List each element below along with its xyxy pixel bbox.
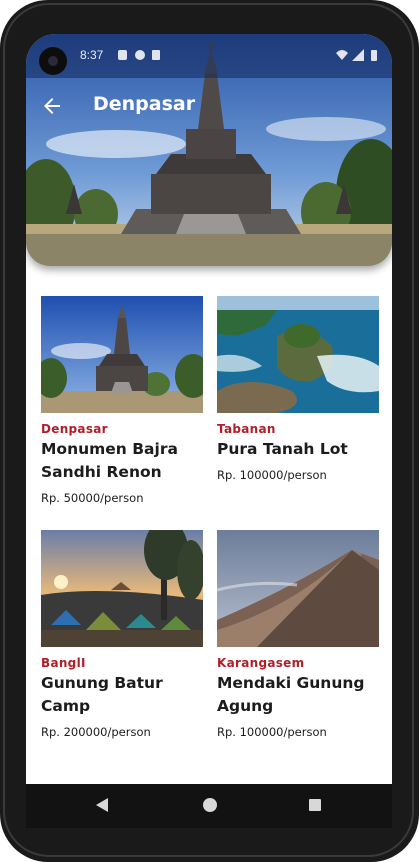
card-price: Rp. 200000/person xyxy=(41,725,151,739)
destination-card[interactable]: BanglI Gunung Batur Camp Rp. 200000/pers… xyxy=(41,530,203,739)
mountain-ridge-photo xyxy=(217,530,379,647)
card-title: Pura Tanah Lot xyxy=(217,440,348,458)
arrow-left-icon[interactable] xyxy=(40,94,64,118)
monument-photo xyxy=(41,296,203,413)
card-title: Monumen Bajra Sandhi Renon xyxy=(41,440,178,481)
destination-card[interactable]: Denpasar Monumen Bajra Sandhi Renon Rp. … xyxy=(41,296,203,505)
nav-recents-icon[interactable] xyxy=(309,799,321,811)
card-price: Rp. 100000/person xyxy=(217,468,327,482)
front-camera xyxy=(39,47,67,75)
phone-frame: 8:37 Denpasar Denpasar Monumen Bajra San… xyxy=(0,0,419,862)
battery-icon xyxy=(371,50,377,61)
sea-temple-photo xyxy=(217,296,379,413)
system-status-icons xyxy=(336,49,377,61)
signal-icon xyxy=(352,49,364,61)
card-price: Rp. 100000/person xyxy=(217,725,327,739)
hero-header: 8:37 Denpasar xyxy=(26,34,392,266)
card-region: Karangasem xyxy=(217,656,305,670)
destination-card[interactable]: Tabanan Pura Tanah Lot Rp. 100000/person xyxy=(217,296,379,482)
card-title: Gunung Batur Camp xyxy=(41,674,163,715)
camping-sunset-photo xyxy=(41,530,203,647)
status-bar: 8:37 xyxy=(26,34,392,78)
system-nav-bar xyxy=(26,784,392,828)
page-title: Denpasar xyxy=(93,93,196,115)
app-screen: 8:37 Denpasar Denpasar Monumen Bajra San… xyxy=(26,34,392,784)
card-region: BanglI xyxy=(41,656,86,670)
card-region: Denpasar xyxy=(41,422,108,436)
card-title: Mendaki Gunung Agung xyxy=(217,674,365,715)
destination-card[interactable]: Karangasem Mendaki Gunung Agung Rp. 1000… xyxy=(217,530,379,739)
card-price: Rp. 50000/person xyxy=(41,491,144,505)
notification-icons xyxy=(118,50,160,60)
nav-back-icon[interactable] xyxy=(96,798,108,812)
wifi-icon xyxy=(336,50,348,60)
nav-home-icon[interactable] xyxy=(203,798,217,812)
status-time: 8:37 xyxy=(80,48,104,62)
card-region: Tabanan xyxy=(217,422,276,436)
